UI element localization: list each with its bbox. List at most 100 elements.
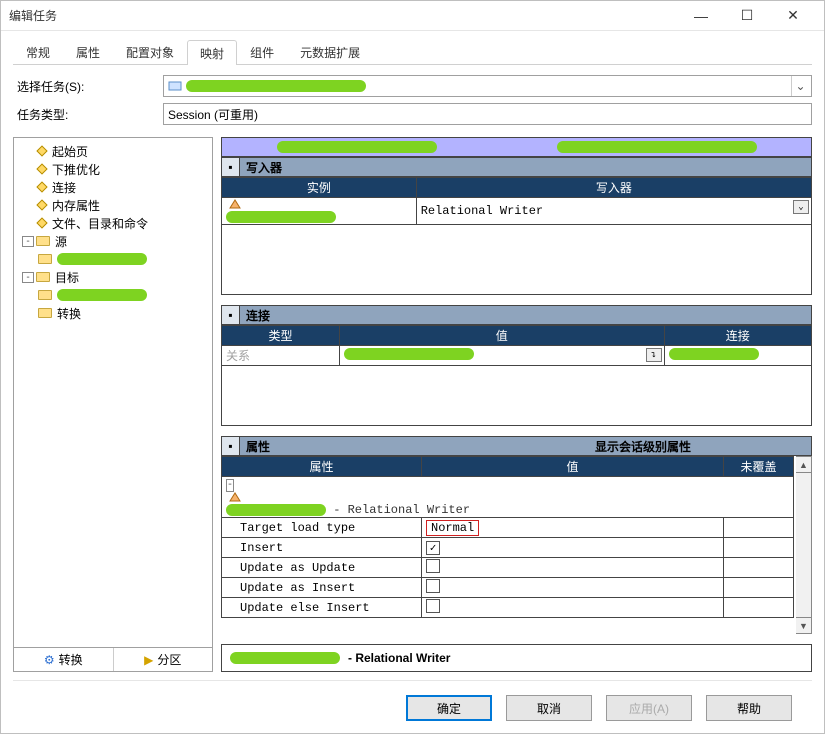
tree-bottom-tabs: ⚙转换 ▶分区 (14, 647, 212, 671)
help-button[interactable]: 帮助 (706, 695, 792, 721)
tab-config-objects[interactable]: 配置对象 (113, 39, 187, 64)
col-value: 值 (340, 326, 665, 346)
minimize-button[interactable]: — (678, 1, 724, 31)
footer-info-bar: - Relational Writer (221, 644, 812, 672)
collapse-panel-button[interactable]: ▪ (222, 158, 240, 176)
table-row[interactable]: Target load type Normal (222, 518, 794, 538)
tree-item-sources[interactable]: -源 (16, 232, 210, 250)
target-icon (226, 198, 244, 210)
prop-name: Insert (222, 538, 422, 558)
table-row[interactable]: Relational Writer⌄ (222, 198, 812, 225)
scroll-up-icon[interactable]: ▲ (796, 457, 811, 473)
checkbox-checked-icon[interactable]: ✓ (426, 541, 440, 555)
table-row[interactable]: 关系 ↴ (222, 346, 812, 366)
window-title: 编辑任务 (9, 7, 678, 24)
conn-connection-cell[interactable] (664, 346, 812, 366)
props-group-row[interactable]: - - Relational Writer (222, 477, 794, 518)
redacted-text (57, 253, 147, 265)
table-row[interactable]: Insert ✓ (222, 538, 794, 558)
task-icon (168, 79, 182, 93)
chevron-down-icon[interactable]: ↴ (646, 348, 662, 362)
tree-item-transformation[interactable]: 转换 (16, 304, 210, 322)
prop-not-overriden (724, 518, 794, 538)
checkbox-unchecked-icon[interactable] (426, 559, 440, 573)
select-task-dropdown[interactable]: ⌄ (163, 75, 812, 97)
chevron-down-icon[interactable]: ⌄ (793, 200, 809, 214)
tree-item-redacted-source[interactable] (16, 250, 210, 268)
nav-tree[interactable]: 起始页 下推优化 连接 内存属性 文件、目录和命令 -源 -目标 转换 (14, 138, 212, 647)
tree-item-pushdown-opt[interactable]: 下推优化 (16, 160, 210, 178)
checkbox-unchecked-icon[interactable] (426, 599, 440, 613)
bottom-tab-partition[interactable]: ▶分区 (114, 648, 213, 671)
prop-value-update-as-update[interactable] (422, 558, 724, 578)
form-area: 选择任务(S): ⌄ 任务类型: Session (可重用) (13, 65, 812, 137)
gear-icon: ⚙ (44, 653, 55, 667)
props-panel: ▪ 属性 显示会话级别属性 属性 值 未覆盖 (221, 436, 812, 634)
conn-value-cell[interactable]: ↴ (340, 346, 665, 366)
dialog-content: 常规 属性 配置对象 映射 组件 元数据扩展 选择任务(S): ⌄ (1, 31, 824, 733)
diamond-icon (36, 217, 47, 228)
table-row[interactable]: Update as Update (222, 558, 794, 578)
connections-empty-area (221, 366, 812, 426)
writer-cell[interactable]: Relational Writer⌄ (416, 198, 811, 225)
tab-mapping[interactable]: 映射 (187, 40, 237, 65)
table-row[interactable]: Update else Insert (222, 598, 794, 618)
connections-panel-title: 连接 (240, 307, 276, 324)
collapse-panel-button[interactable]: ▪ (222, 306, 240, 324)
conn-type-cell: 关系 (222, 346, 340, 366)
redacted-text (344, 348, 474, 360)
folder-icon (38, 308, 52, 318)
prop-name: Update as Insert (222, 578, 422, 598)
tree-item-connection[interactable]: 连接 (16, 178, 210, 196)
prop-value-update-else-insert[interactable] (422, 598, 724, 618)
cancel-button[interactable]: 取消 (506, 695, 592, 721)
props-title-row: ▪ 属性 显示会话级别属性 (221, 436, 812, 456)
tab-components[interactable]: 组件 (237, 39, 287, 64)
scroll-down-icon[interactable]: ▼ (796, 617, 811, 633)
bottom-tab-transformation[interactable]: ⚙转换 (14, 648, 114, 671)
diamond-icon (36, 163, 47, 174)
props-scrollbar[interactable]: ▲ ▼ (796, 456, 812, 634)
collapse-icon[interactable]: - (22, 236, 34, 247)
redacted-text (226, 211, 336, 223)
tree-item-targets[interactable]: -目标 (16, 268, 210, 286)
collapse-icon[interactable]: - (22, 272, 34, 283)
tree-item-files-dirs-cmds[interactable]: 文件、目录和命令 (16, 214, 210, 232)
window-controls: — ☐ ✕ (678, 1, 816, 31)
close-button[interactable]: ✕ (770, 1, 816, 31)
task-type-value: Session (可重用) (168, 106, 258, 123)
footer-info-text: - Relational Writer (348, 651, 450, 665)
col-type: 类型 (222, 326, 340, 346)
prop-value-target-load-type[interactable]: Normal (422, 518, 724, 538)
tree-item-redacted-target[interactable] (16, 286, 210, 304)
task-type-field: Session (可重用) (163, 103, 812, 125)
right-pane: ▪ 写入器 实例 写入器 Relational Writer⌄ (221, 137, 812, 672)
prop-value-insert[interactable]: ✓ (422, 538, 724, 558)
tree-pane: 起始页 下推优化 连接 内存属性 文件、目录和命令 -源 -目标 转换 ⚙转换 … (13, 137, 213, 672)
tab-properties[interactable]: 属性 (63, 39, 113, 64)
ok-button[interactable]: 确定 (406, 695, 492, 721)
collapse-panel-button[interactable]: ▪ (222, 437, 240, 455)
folder-icon (36, 272, 50, 282)
tab-metadata-ext[interactable]: 元数据扩展 (287, 39, 373, 64)
checkbox-unchecked-icon[interactable] (426, 579, 440, 593)
maximize-button[interactable]: ☐ (724, 1, 770, 31)
middle-area: 起始页 下推优化 连接 内存属性 文件、目录和命令 -源 -目标 转换 ⚙转换 … (13, 137, 812, 672)
tree-item-start-page[interactable]: 起始页 (16, 142, 210, 160)
diamond-icon (36, 199, 47, 210)
tab-bar: 常规 属性 配置对象 映射 组件 元数据扩展 (13, 39, 812, 65)
tab-general[interactable]: 常规 (13, 39, 63, 64)
tree-item-memory-props[interactable]: 内存属性 (16, 196, 210, 214)
folder-icon (38, 254, 52, 264)
writers-panel: ▪ 写入器 实例 写入器 Relational Writer⌄ (221, 137, 812, 295)
prop-name: Update as Update (222, 558, 422, 578)
prop-value-update-as-insert[interactable] (422, 578, 724, 598)
apply-button[interactable]: 应用(A) (606, 695, 692, 721)
props-panel-right-title: 显示会话级别属性 (595, 438, 811, 455)
redacted-text (57, 289, 147, 301)
target-icon (226, 491, 244, 503)
task-type-label: 任务类型: (13, 106, 163, 123)
redacted-task-name (186, 80, 366, 92)
table-row[interactable]: Update as Insert (222, 578, 794, 598)
chevron-down-icon[interactable]: ⌄ (791, 76, 809, 96)
